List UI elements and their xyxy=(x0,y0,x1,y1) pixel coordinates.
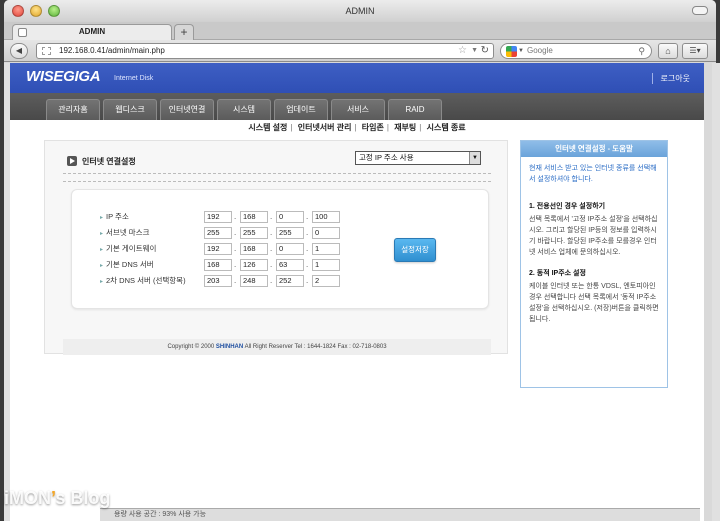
divider xyxy=(63,173,491,174)
tab-admin[interactable]: ADMIN xyxy=(12,24,172,40)
url-bar[interactable]: 192.168.0.41/admin/main.php ☆ ▼ ↻ xyxy=(36,43,494,59)
subnav-timezone[interactable]: 타임존 xyxy=(362,123,384,132)
gateway-octet-3[interactable]: 0 xyxy=(276,243,304,255)
dns2-octet-1[interactable]: 203 xyxy=(204,275,232,287)
blog-watermark: iMON’s Blog xyxy=(4,488,111,508)
sub-navigation: 시스템 설정 | 인터넷서버 관리 | 타임존 | 재부팅 | 시스템 종료 xyxy=(248,123,466,132)
logo-subtitle: Internet Disk xyxy=(114,75,154,82)
url-text: 192.168.0.41/admin/main.php xyxy=(59,46,165,55)
subnav-system-settings[interactable]: 시스템 설정 xyxy=(248,123,287,132)
dns2-octet-4[interactable]: 2 xyxy=(312,275,340,287)
ip-settings-form: ▸ IP 주소 192 . 168 . 0 . 100 ▸ 서브넷 마스크 255 … xyxy=(71,189,489,309)
site-header: WISEGIGA Internet Disk 로그아웃 xyxy=(10,63,704,93)
toolbar-toggle-icon[interactable] xyxy=(692,6,708,15)
home-icon[interactable]: ⌂ xyxy=(658,43,678,59)
play-arrow-icon xyxy=(67,156,77,166)
title-bar: ADMIN xyxy=(4,0,716,22)
dns1-octet-1[interactable]: 168 xyxy=(204,259,232,271)
menu-admin-home[interactable]: 관리자홈 xyxy=(46,99,100,120)
right-gutter xyxy=(712,63,720,521)
help-section1-title: 1. 전용선인 경우 설정하기 xyxy=(529,203,606,210)
connection-mode-select[interactable]: 고정 IP 주소 사용 ▼ xyxy=(355,151,481,165)
section-title: 인터넷 연결설정 xyxy=(67,156,136,167)
dns2-octet-3[interactable]: 252 xyxy=(276,275,304,287)
menu-internet[interactable]: 인터넷연결 xyxy=(160,99,214,120)
dns1-octet-3[interactable]: 63 xyxy=(276,259,304,271)
help-body: 현재 서비스 받고 있는 인터넷 종류를 선택해서 설정하셔야 합니다. 1. … xyxy=(521,157,667,341)
footer-brand: SHINHAN xyxy=(215,344,244,350)
subnet-octet-1[interactable]: 255 xyxy=(204,227,232,239)
ip-octet-1[interactable]: 192 xyxy=(204,211,232,223)
subnav-shutdown[interactable]: 시스템 종료 xyxy=(427,123,466,132)
menu-raid[interactable]: RAID xyxy=(388,99,442,120)
main-menu: 관리자홈 웹디스크 인터넷연결 시스템 업데이트 서비스 RAID xyxy=(10,93,704,120)
menu-system[interactable]: 시스템 xyxy=(217,99,271,120)
ip-octet-4[interactable]: 100 xyxy=(312,211,340,223)
bookmarks-menu-icon[interactable]: ☰▾ xyxy=(682,43,708,59)
dns2-octet-2[interactable]: 248 xyxy=(240,275,268,287)
form-label-subnet: ▸ 서브넷 마스크 xyxy=(100,228,150,237)
search-engine-dropdown-icon[interactable]: ▼ xyxy=(518,44,524,58)
logout-link[interactable]: 로그아웃 xyxy=(651,73,690,84)
help-section2-body: 케이블 인터넷 또는 한통 VDSL, 엔토피아인 경우 선택합니다 선택 목록… xyxy=(529,283,659,323)
subnet-octet-2[interactable]: 255 xyxy=(240,227,268,239)
form-label-dns1: ▸ 기본 DNS 서버 xyxy=(100,260,154,269)
subnav-internet-server[interactable]: 인터넷서버 관리 xyxy=(298,123,352,132)
form-label-gateway: ▸ 기본 게이트웨이 xyxy=(100,244,157,253)
page-viewport: WISEGIGA Internet Disk 로그아웃 관리자홈 웹디스크 인터… xyxy=(10,63,704,521)
gateway-octet-4[interactable]: 1 xyxy=(312,243,340,255)
dns1-octet-4[interactable]: 1 xyxy=(312,259,340,271)
help-intro: 현재 서비스 받고 있는 인터넷 종류를 선택해서 설정하셔야 합니다. xyxy=(529,165,657,183)
chevron-down-icon: ▼ xyxy=(469,152,480,164)
ip-octet-2[interactable]: 168 xyxy=(240,211,268,223)
save-settings-button[interactable]: 설정저장 xyxy=(394,238,436,262)
google-icon xyxy=(506,46,517,57)
help-panel: 인터넷 연결설정 - 도움말 현재 서비스 받고 있는 인터넷 종류를 선택해서… xyxy=(520,140,668,388)
form-label-dns2: ▸ 2차 DNS 서버 (선택항목) xyxy=(100,276,186,285)
help-title: 인터넷 연결설정 - 도움말 xyxy=(521,141,667,157)
reload-icon[interactable]: ↻ xyxy=(481,44,489,58)
form-label-ip: ▸ IP 주소 xyxy=(100,212,129,221)
zoom-window-icon[interactable] xyxy=(48,5,60,17)
tab-close-icon[interactable] xyxy=(18,28,27,37)
copyright-footer: Copyright © 2000 SHINHAN All Right Reser… xyxy=(63,339,491,355)
settings-panel: 인터넷 연결설정 고정 IP 주소 사용 ▼ ▸ IP 주소 192 . 168 … xyxy=(44,140,508,355)
close-window-icon[interactable] xyxy=(12,5,24,17)
menu-update[interactable]: 업데이트 xyxy=(274,99,328,120)
subnet-octet-3[interactable]: 255 xyxy=(276,227,304,239)
navigation-bar: ◀ 192.168.0.41/admin/main.php ☆ ▼ ↻ ▼ Go… xyxy=(4,40,716,62)
divider xyxy=(63,181,491,182)
search-placeholder: Google xyxy=(527,46,553,55)
connection-mode-value: 고정 IP 주소 사용 xyxy=(359,153,414,162)
gateway-octet-1[interactable]: 192 xyxy=(204,243,232,255)
url-dropdown-icon[interactable]: ▼ xyxy=(471,44,478,58)
favicon-icon xyxy=(42,47,51,55)
back-icon[interactable]: ◀ xyxy=(10,43,28,59)
tab-label: ADMIN xyxy=(78,27,106,36)
help-section2-title: 2. 동적 IP주소 설정 xyxy=(529,270,586,277)
dns1-octet-2[interactable]: 126 xyxy=(240,259,268,271)
minimize-window-icon[interactable] xyxy=(30,5,42,17)
bookmark-star-icon[interactable]: ☆ xyxy=(458,44,467,58)
help-section1-body: 선택 목록에서 '고정 IP주소 설정'을 선택하십시오. 그리고 할당된 IP… xyxy=(529,216,658,256)
window-title: ADMIN xyxy=(345,6,375,16)
background-status-bar: 용량 사용 공간 : 93% 사용 가능 xyxy=(100,508,700,521)
site-logo[interactable]: WISEGIGA xyxy=(26,68,101,85)
subnav-reboot[interactable]: 재부팅 xyxy=(394,123,416,132)
gateway-octet-2[interactable]: 168 xyxy=(240,243,268,255)
menu-service[interactable]: 서비스 xyxy=(331,99,385,120)
tab-bar: ADMIN + xyxy=(4,22,716,40)
menu-webdisk[interactable]: 웹디스크 xyxy=(103,99,157,120)
subnet-octet-4[interactable]: 0 xyxy=(312,227,340,239)
ip-octet-3[interactable]: 0 xyxy=(276,211,304,223)
window-controls xyxy=(12,5,60,17)
search-icon[interactable]: ⚲ xyxy=(638,44,645,58)
search-input[interactable]: ▼ Google ⚲ xyxy=(500,43,652,59)
new-tab-button[interactable]: + xyxy=(174,24,194,40)
